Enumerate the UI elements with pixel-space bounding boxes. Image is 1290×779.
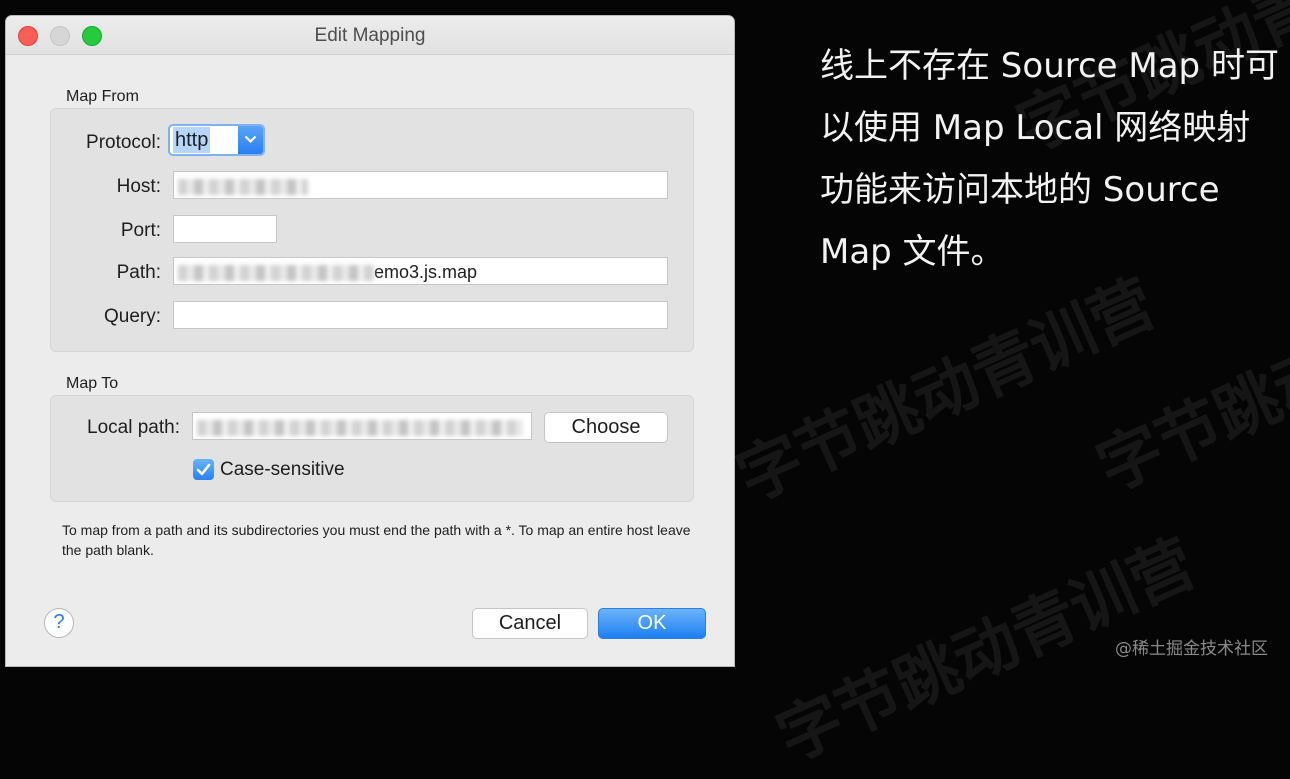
checkmark-icon — [196, 463, 211, 476]
redacted-local-path — [197, 420, 523, 437]
host-label: Host: — [116, 176, 161, 197]
port-input[interactable] — [173, 215, 277, 243]
redacted-host — [178, 179, 308, 196]
protocol-select[interactable]: http — [168, 124, 265, 156]
protocol-label: Protocol: — [86, 132, 161, 153]
chevron-down-icon — [238, 126, 263, 154]
local-path-label: Local path: — [87, 417, 180, 438]
watermark: 字节跳动青训营 — [726, 266, 1167, 517]
path-value: emo3.js.map — [374, 262, 478, 282]
edit-mapping-dialog: Edit Mapping Map From Protocol: http Hos… — [6, 16, 734, 666]
slide-caption: 线上不存在 Source Map 时可以使用 Map Local 网络映射功能来… — [820, 46, 1279, 272]
case-sensitive-checkbox[interactable] — [193, 459, 214, 480]
help-button[interactable]: ? — [44, 608, 74, 638]
path-label: Path: — [116, 262, 161, 283]
redacted-path — [178, 265, 374, 282]
case-sensitive-label: Case-sensitive — [220, 459, 345, 480]
host-input[interactable] — [173, 171, 668, 199]
map-from-label: Map From — [66, 88, 139, 105]
choose-button[interactable]: Choose — [544, 412, 668, 443]
window-title: Edit Mapping — [314, 25, 426, 46]
background-strip — [0, 0, 1290, 14]
map-to-label: Map To — [66, 375, 119, 392]
mapping-hint: To map from a path and its subdirectorie… — [62, 522, 691, 558]
query-input[interactable] — [173, 301, 668, 329]
path-input[interactable]: emo3.js.map — [173, 257, 668, 285]
cancel-button[interactable]: Cancel — [472, 608, 588, 639]
local-path-input[interactable] — [192, 412, 532, 440]
protocol-value: http — [173, 127, 211, 153]
question-icon: ? — [53, 611, 65, 633]
source-credit: @稀土掘金技术社区 — [1115, 639, 1268, 659]
query-label: Query: — [103, 306, 161, 327]
port-label: Port: — [120, 220, 161, 241]
title-bar: Edit Mapping — [6, 16, 734, 55]
ok-button[interactable]: OK — [598, 608, 706, 639]
